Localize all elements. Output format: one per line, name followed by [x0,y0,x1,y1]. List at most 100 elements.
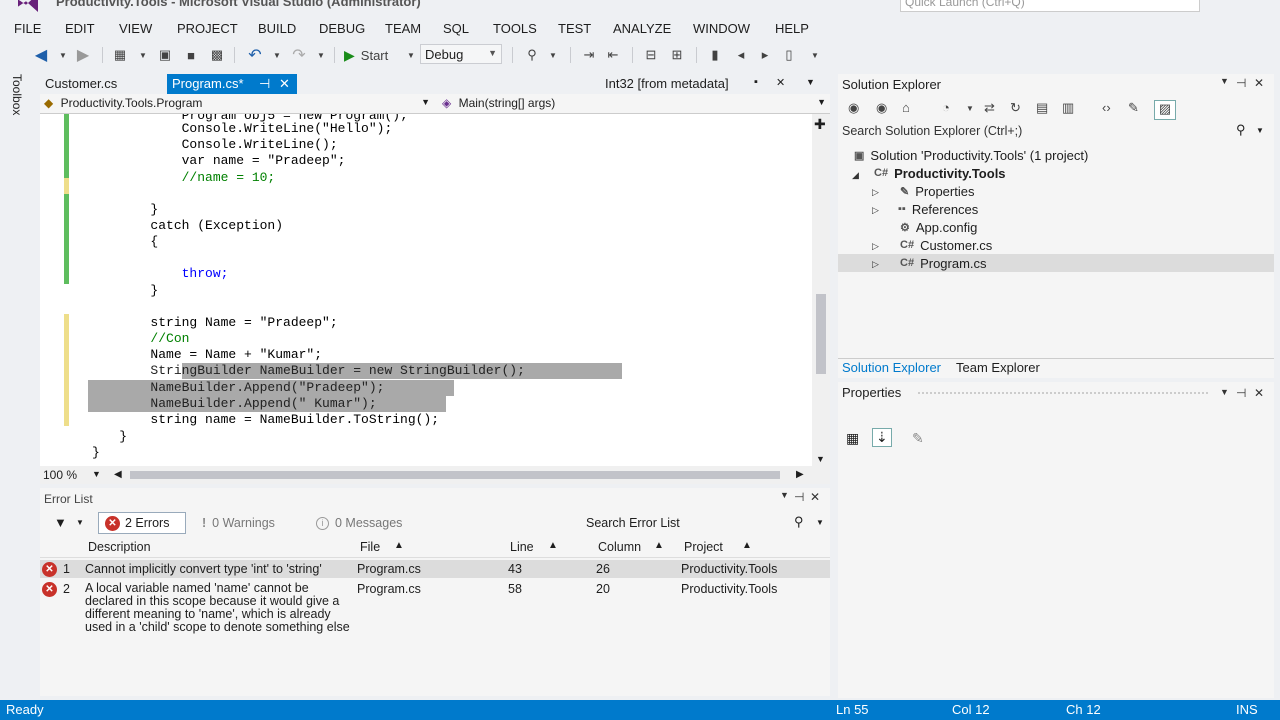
collapsed-arrow-icon[interactable]: ▷ [872,187,879,198]
comment-lines-icon[interactable]: ⊟ [642,46,660,64]
keep-open-icon[interactable]: ▪ [754,76,758,88]
menu-view[interactable]: VIEW [119,21,152,36]
redo-dropdown-icon[interactable]: ▼ [316,46,326,64]
collapsed-arrow-icon[interactable]: ▷ [872,205,879,216]
tab-team-explorer[interactable]: Team Explorer [956,360,1040,375]
start-dropdown-icon[interactable]: ▼ [406,46,416,64]
errors-filter-button[interactable]: ✕ 2 Errors [98,512,186,534]
tab-list-dropdown-icon[interactable]: ▼ [806,77,815,87]
tab-program-cs[interactable]: Program.cs* ⊣ ✕ [167,74,297,94]
collapse-all-icon[interactable]: ▤ [1036,100,1048,120]
find-in-files-icon[interactable]: ⚲ [522,46,542,64]
scroll-left-icon[interactable]: ◀ [114,469,122,480]
menu-edit[interactable]: EDIT [65,21,95,36]
editor-horizontal-scrollbar[interactable]: 100 % ▼ ◀ ▶ [40,466,830,484]
undo-icon[interactable]: ↶ [246,46,264,64]
scroll-right-icon[interactable]: ▶ [796,469,804,480]
outdent-icon[interactable]: ⇤ [604,46,622,64]
close-icon[interactable]: ✕ [1254,386,1264,400]
member-dropdown[interactable]: ◈ Main(string[] args) ▼ [438,95,830,113]
categorized-icon[interactable]: ▦ [846,430,859,447]
toolbox-tab[interactable]: Toolbox [10,74,24,115]
clear-bookmarks-icon[interactable]: ▯ [780,46,798,64]
window-position-icon[interactable]: ▼ [780,490,789,500]
collapsed-arrow-icon[interactable]: ▷ [872,259,879,270]
scrollbar-thumb[interactable] [816,294,826,374]
tree-program-cs[interactable]: C# Program.cs [900,254,987,272]
tree-solution[interactable]: ▣ Solution 'Productivity.Tools' (1 proje… [854,146,1088,164]
close-icon[interactable]: ✕ [810,490,820,504]
new-project-dropdown-icon[interactable]: ▼ [138,46,148,64]
split-editor-icon[interactable]: ✚ [814,116,826,133]
pin-icon[interactable]: ⊣ [259,76,270,92]
close-icon[interactable]: ✕ [776,76,785,89]
column-line[interactable]: Line [510,540,534,558]
tree-app-config[interactable]: ⚙ App.config [900,218,977,236]
forward-icon[interactable]: ◉ [876,100,887,120]
uncomment-lines-icon[interactable]: ⊞ [668,46,686,64]
navigate-back-icon[interactable]: ◀ [32,46,50,64]
tree-references[interactable]: ▪▪ References [898,200,978,218]
scroll-down-icon[interactable]: ▼ [816,454,825,464]
menu-file[interactable]: FILE [14,21,41,36]
search-options-icon[interactable]: ▼ [1256,126,1264,135]
column-file[interactable]: File [360,540,380,558]
solution-configuration-select[interactable]: Debug ▼ [420,44,502,64]
menu-window[interactable]: WINDOW [693,21,750,36]
pending-changes-filter-icon[interactable]: ◔ [942,100,950,120]
start-debugging-button[interactable]: ▶ Start [344,46,406,64]
show-all-files-icon[interactable]: ▥ [1062,100,1074,120]
error-row[interactable]: ✕ 2 A local variable named 'name' cannot… [40,580,830,650]
warnings-filter-button[interactable]: ! 0 Warnings [196,512,300,534]
search-solution-explorer-input[interactable]: Search Solution Explorer (Ctrl+;) [842,124,1022,138]
menu-sql[interactable]: SQL [443,21,469,36]
search-icon[interactable]: ⚲ [1236,122,1246,138]
window-position-icon[interactable]: ▼ [1220,76,1229,86]
undo-dropdown-icon[interactable]: ▼ [272,46,282,64]
search-icon[interactable]: ⚲ [794,514,804,530]
filter-icon[interactable]: ▼ [54,515,67,530]
redo-icon[interactable]: ↷ [290,46,308,64]
tree-project[interactable]: C# Productivity.Tools [874,164,1006,182]
navigate-forward-icon[interactable]: ▶ [74,46,92,64]
home-icon[interactable]: ⌂ [902,100,910,120]
alphabetical-icon[interactable]: ⇣ [872,428,892,447]
tab-customer-cs[interactable]: Customer.cs [40,74,166,94]
indent-icon[interactable]: ⇥ [580,46,598,64]
preview-selected-items-icon[interactable]: ▨ [1154,100,1176,120]
pin-icon[interactable]: ⊣ [1236,386,1246,400]
menu-test[interactable]: TEST [558,21,591,36]
scrollbar-thumb[interactable] [130,471,780,479]
pin-icon[interactable]: ⊣ [1236,76,1246,90]
zoom-level[interactable]: 100 % [43,468,77,482]
messages-filter-button[interactable]: i 0 Messages [310,512,420,534]
property-pages-icon[interactable]: ✎ [912,430,924,447]
tab-solution-explorer[interactable]: Solution Explorer [842,360,941,375]
navigate-back-dropdown-icon[interactable]: ▼ [58,46,68,64]
close-icon[interactable]: ✕ [1254,76,1264,90]
tab-int32-metadata[interactable]: Int32 [from metadata] ▪ ✕ ▼ [600,74,830,94]
save-all-icon[interactable]: ▩ [208,46,226,64]
refresh-icon[interactable]: ↻ [1010,100,1021,120]
tree-properties[interactable]: ✎ Properties [900,182,974,200]
zoom-dropdown-icon[interactable]: ▼ [92,469,101,479]
filter-dropdown-icon[interactable]: ▼ [966,104,974,124]
type-dropdown[interactable]: ◆ Productivity.Tools.Program ▼ [40,95,434,113]
expanded-arrow-icon[interactable]: ◢ [852,170,859,181]
column-column[interactable]: Column [598,540,641,558]
filter-dropdown-icon[interactable]: ▼ [76,518,84,527]
pin-icon[interactable]: ⊣ [794,490,804,504]
toolbar-overflow-icon[interactable]: ▼ [548,46,558,64]
next-bookmark-icon[interactable]: ▸ [756,46,774,64]
view-code-icon[interactable]: ‹› [1102,100,1111,120]
column-project[interactable]: Project [684,540,723,558]
new-project-icon[interactable]: ▦ [110,46,130,64]
back-icon[interactable]: ◉ [848,100,859,120]
menu-analyze[interactable]: ANALYZE [613,21,671,36]
close-icon[interactable]: ✕ [279,76,290,92]
quick-launch-input[interactable]: Quick Launch (Ctrl+Q) [900,0,1200,12]
editor-vertical-scrollbar[interactable]: ✚ ▼ [812,114,830,466]
properties-wrench-icon[interactable]: ✎ [1128,100,1139,120]
sync-icon[interactable]: ⇄ [984,100,995,120]
menu-tools[interactable]: TOOLS [493,21,537,36]
